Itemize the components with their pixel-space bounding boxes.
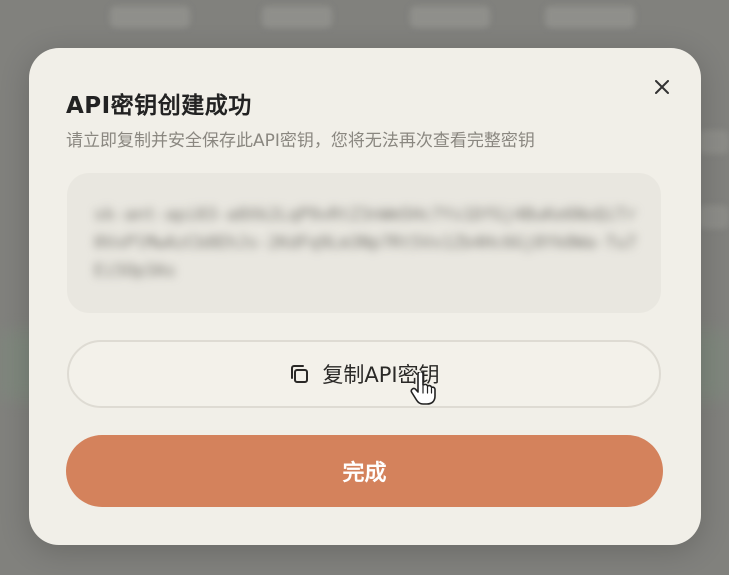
api-key-display: sk-ant-api03-a8Xk2LqP9vRtZ3nWm5Hc7Ys1DfG… bbox=[67, 173, 661, 313]
api-key-dialog: API密钥创建成功 请立即复制并安全保存此API密钥，您将无法再次查看完整密钥 … bbox=[29, 48, 701, 545]
background-tab bbox=[545, 6, 635, 28]
copy-icon bbox=[291, 365, 309, 383]
close-button[interactable] bbox=[649, 74, 675, 100]
background-tab bbox=[262, 6, 332, 28]
background-tab bbox=[410, 6, 490, 28]
done-button[interactable]: 完成 bbox=[66, 435, 663, 507]
done-button-label: 完成 bbox=[342, 461, 387, 486]
copy-api-key-button[interactable]: 复制API密钥 bbox=[67, 340, 661, 408]
copy-button-label: 复制API密钥 bbox=[322, 363, 440, 387]
close-icon bbox=[655, 80, 669, 94]
api-key-value: sk-ant-api03-a8Xk2LqP9vRtZ3nWm5Hc7Ys1DfG… bbox=[94, 205, 637, 281]
dialog-subtitle: 请立即复制并安全保存此API密钥，您将无法再次查看完整密钥 bbox=[66, 131, 535, 151]
background-tab bbox=[110, 6, 190, 28]
background-element bbox=[699, 130, 729, 154]
background-element bbox=[699, 205, 729, 229]
dialog-title: API密钥创建成功 bbox=[66, 93, 252, 119]
